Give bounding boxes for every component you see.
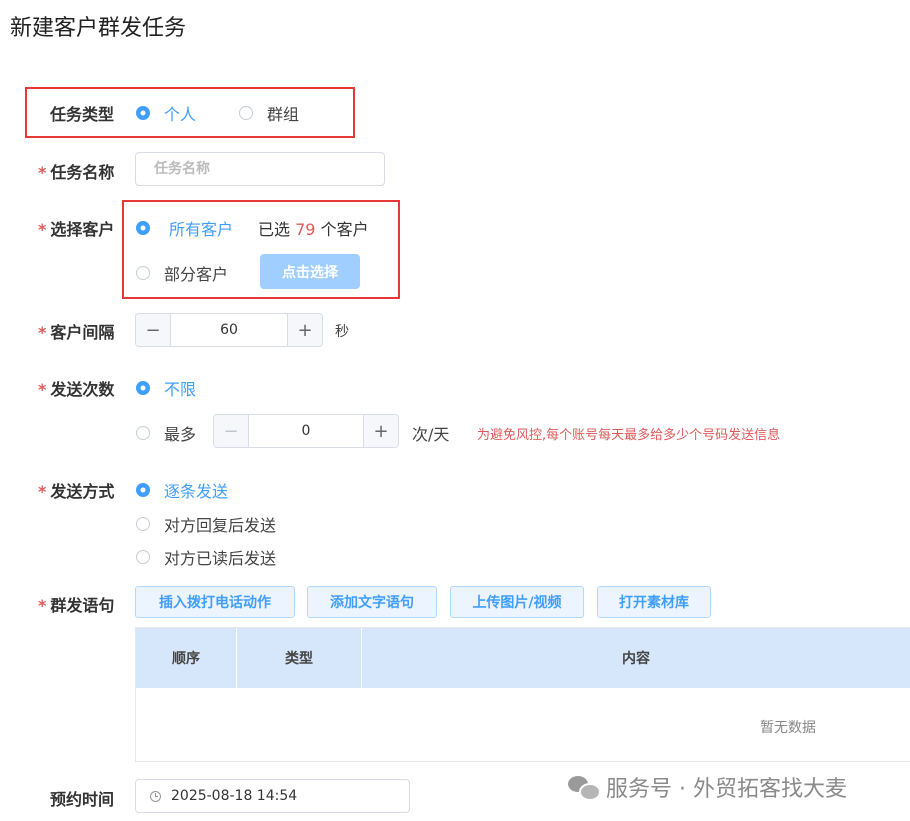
required-mark: * xyxy=(38,482,47,501)
send-unlimited-label: 不限 xyxy=(164,380,197,399)
task-type-group-label: 群组 xyxy=(267,105,300,124)
radio-checked-icon xyxy=(136,483,150,497)
schedule-label: 预约时间 xyxy=(50,790,115,809)
column-header-order: 顺序 xyxy=(172,651,200,667)
schedule-value: 2025-08-18 14:54 xyxy=(171,788,298,804)
radio-checked-icon xyxy=(136,381,150,395)
send-unlimited-radio[interactable]: 不限 xyxy=(136,376,196,400)
radio-unchecked-icon xyxy=(136,550,150,564)
selected-count-value: 79 xyxy=(295,220,316,239)
add-text-button[interactable]: 添加文字语句 xyxy=(307,586,437,618)
watermark: 服务号 · 外贸拓客找大麦 xyxy=(568,771,847,803)
interval-minus-button[interactable]: − xyxy=(136,314,171,346)
table-header: 顺序 类型 内容 xyxy=(136,628,910,688)
send-method-one-by-one-label: 逐条发送 xyxy=(164,482,229,501)
task-type-personal-radio[interactable]: 个人 xyxy=(136,101,196,125)
send-count-unit: 次/天 xyxy=(412,425,450,444)
send-count-plus-button[interactable]: + xyxy=(363,415,398,447)
interval-stepper[interactable]: − 60 + xyxy=(135,313,323,347)
messages-label: * 群发语句 xyxy=(38,596,115,615)
send-count-label: * 发送次数 xyxy=(38,380,115,399)
interval-plus-button[interactable]: + xyxy=(287,314,322,346)
required-mark: * xyxy=(38,380,47,399)
radio-unchecked-icon xyxy=(136,266,150,280)
interval-value[interactable]: 60 xyxy=(171,314,287,346)
page-title: 新建客户群发任务 xyxy=(10,16,187,41)
send-method-after-reply-label: 对方回复后发送 xyxy=(164,516,277,535)
watermark-text: 服务号 · 外贸拓客找大麦 xyxy=(606,777,847,802)
radio-unchecked-icon xyxy=(239,106,253,120)
interval-label: * 客户间隔 xyxy=(38,323,115,342)
radio-unchecked-icon xyxy=(136,517,150,531)
table-empty-text: 暂无数据 xyxy=(760,720,816,736)
required-mark: * xyxy=(38,323,47,342)
required-mark: * xyxy=(38,596,47,615)
send-method-after-read-radio[interactable]: 对方已读后发送 xyxy=(136,545,276,569)
partial-customers-radio[interactable]: 部分客户 xyxy=(136,261,228,285)
clock-icon xyxy=(150,790,161,802)
radio-checked-icon xyxy=(136,106,150,120)
schedule-datetime-input[interactable]: 2025-08-18 14:54 xyxy=(135,779,410,813)
required-mark: * xyxy=(38,163,47,182)
partial-customers-label: 部分客户 xyxy=(164,265,229,284)
wechat-icon xyxy=(568,774,601,801)
open-library-button[interactable]: 打开素材库 xyxy=(597,586,711,618)
task-type-label: 任务类型 xyxy=(50,105,115,124)
send-count-minus-button[interactable]: − xyxy=(214,415,249,447)
select-customer-label: * 选择客户 xyxy=(38,220,115,239)
send-max-label: 最多 xyxy=(164,425,197,444)
task-type-personal-label: 个人 xyxy=(164,105,197,124)
insert-call-action-button[interactable]: 插入拨打电话动作 xyxy=(135,586,295,618)
click-select-button[interactable]: 点击选择 xyxy=(260,254,360,289)
selected-count-text: 已选 79 个客户 xyxy=(258,220,369,239)
send-method-label: * 发送方式 xyxy=(38,482,115,501)
send-count-value[interactable]: 0 xyxy=(249,415,363,447)
messages-table: 顺序 类型 内容 暂无数据 xyxy=(135,627,910,762)
required-mark: * xyxy=(38,220,47,239)
upload-media-button[interactable]: 上传图片/视频 xyxy=(450,586,584,618)
task-name-input[interactable] xyxy=(135,152,385,186)
send-count-hint: 为避免风控,每个账号每天最多给多少个号码发送信息 xyxy=(477,428,781,443)
radio-checked-icon xyxy=(136,221,150,235)
radio-unchecked-icon xyxy=(136,426,150,440)
send-max-radio[interactable]: 最多 xyxy=(136,421,196,445)
column-header-content: 内容 xyxy=(361,628,910,688)
column-header-type: 类型 xyxy=(236,628,361,688)
task-name-label: * 任务名称 xyxy=(38,163,115,182)
task-type-group-radio[interactable]: 群组 xyxy=(239,101,299,125)
all-customers-radio[interactable]: 所有客户 xyxy=(136,216,233,240)
interval-unit: 秒 xyxy=(335,324,349,340)
all-customers-label: 所有客户 xyxy=(169,220,234,239)
send-method-after-reply-radio[interactable]: 对方回复后发送 xyxy=(136,512,276,536)
send-count-stepper[interactable]: − 0 + xyxy=(213,414,399,448)
send-method-after-read-label: 对方已读后发送 xyxy=(164,549,277,568)
send-method-one-by-one-radio[interactable]: 逐条发送 xyxy=(136,478,228,502)
